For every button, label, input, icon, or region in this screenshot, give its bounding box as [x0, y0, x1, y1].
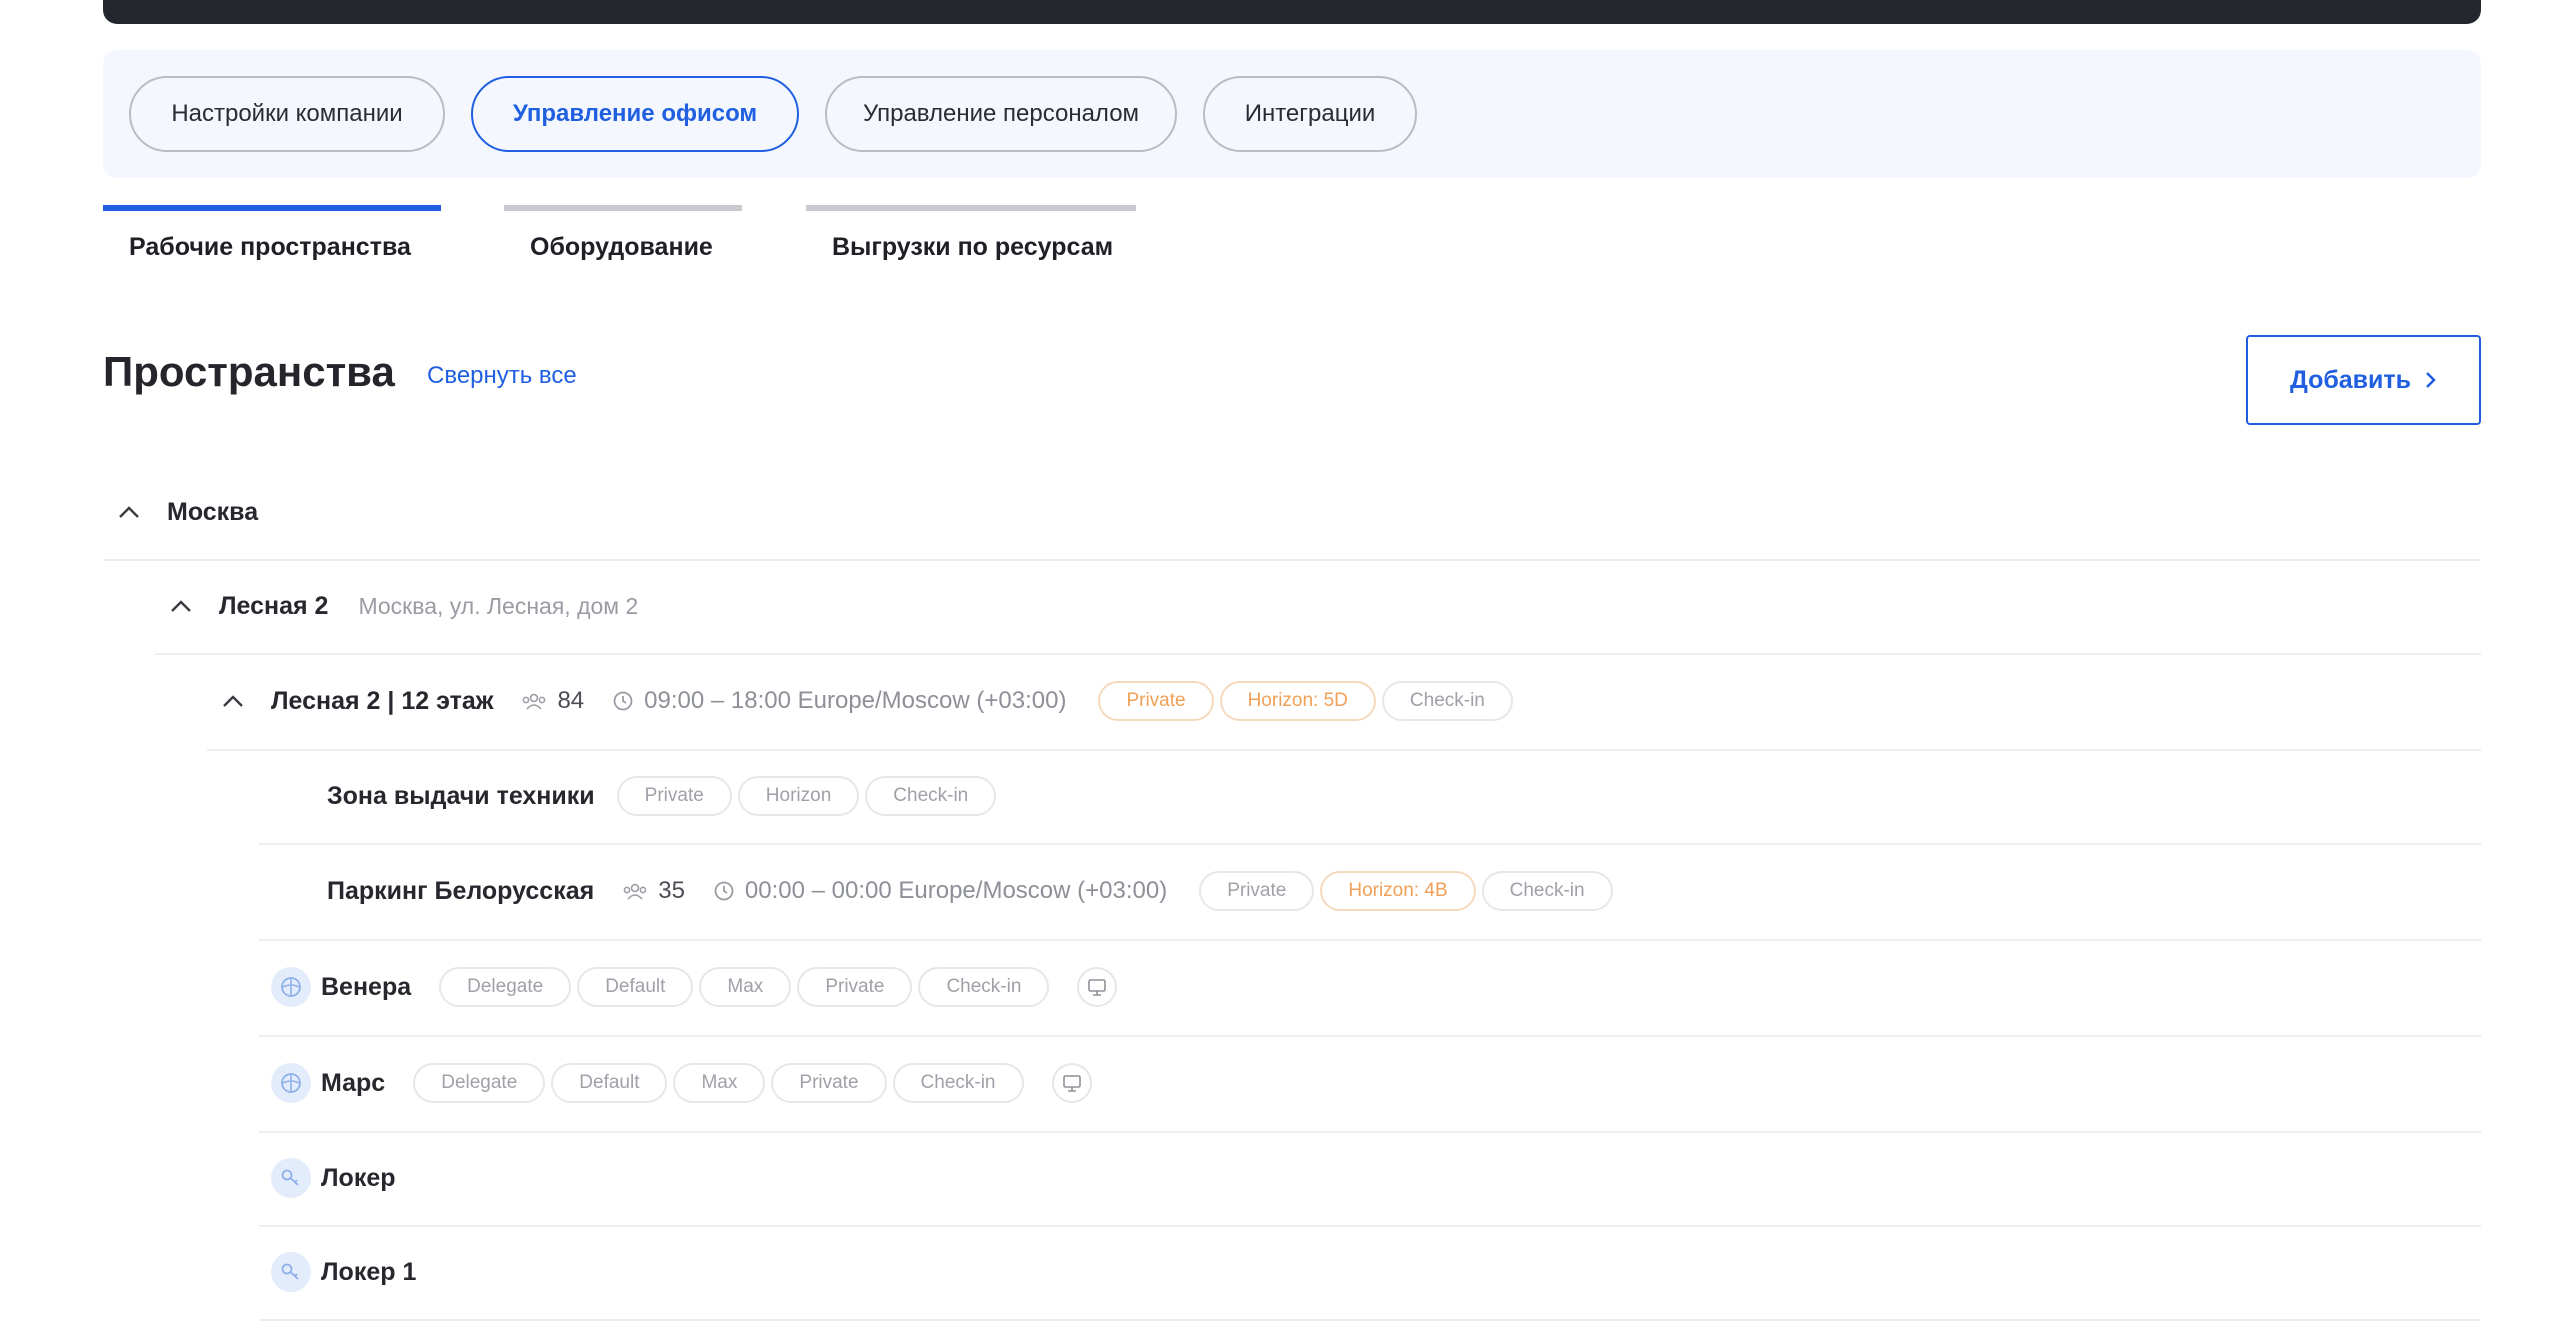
tree-row-room[interactable]: Марс Delegate Default Max Private Check-…	[259, 1035, 2481, 1133]
tab-indicator	[103, 205, 441, 211]
module-company-settings[interactable]: Настройки компании	[129, 76, 445, 152]
module-switcher: Настройки компании Управление офисом Упр…	[103, 50, 2481, 178]
clock-icon	[714, 881, 734, 901]
tab-indicator	[504, 205, 742, 211]
meeting-room-icon	[271, 967, 311, 1007]
zone-name: Паркинг Белорусская	[327, 876, 595, 905]
tag-list: Private Horizon Check-in	[611, 776, 997, 816]
key-icon	[271, 1252, 311, 1292]
hours-value: 09:00 – 18:00 Europe/Moscow (+03:00)	[644, 687, 1067, 714]
tag-list: Private Horizon: 4B Check-in	[1193, 871, 1613, 911]
tag-horizon: Horizon	[737, 776, 860, 816]
tag-list: Private Horizon: 5D Check-in	[1092, 681, 1513, 721]
chevron-up-icon[interactable]	[117, 500, 141, 524]
tag-horizon: Horizon: 5D	[1219, 681, 1376, 721]
page-title: Пространства	[103, 348, 395, 395]
room-name: Марс	[321, 1068, 386, 1097]
working-hours: 00:00 – 00:00 Europe/Moscow (+03:00)	[713, 877, 1167, 905]
tag-max: Max	[699, 967, 792, 1007]
tree-row-locker[interactable]: Локер	[259, 1131, 2481, 1227]
tag-private: Private	[1098, 681, 1214, 721]
tree-row-floor[interactable]: Лесная 2 | 12 этаж 84 09:00 – 18:00 Euro…	[207, 653, 2481, 751]
zone-name: Зона выдачи техники	[327, 781, 595, 810]
top-header-bar	[103, 0, 2481, 24]
tag-checkin: Check-in	[918, 967, 1050, 1007]
tag-private: Private	[771, 1063, 887, 1103]
tree-row-locker[interactable]: Локер 1	[259, 1225, 2481, 1321]
meeting-room-icon	[271, 1063, 311, 1103]
chevron-up-icon[interactable]	[169, 594, 193, 618]
people-icon	[623, 883, 647, 900]
locker-name: Локер	[321, 1163, 396, 1192]
working-hours: 09:00 – 18:00 Europe/Moscow (+03:00)	[612, 687, 1066, 715]
tag-horizon: Horizon: 4B	[1320, 871, 1476, 911]
tab-indicator	[806, 205, 1136, 211]
city-name: Москва	[167, 497, 259, 526]
people-icon	[523, 693, 546, 710]
tag-checkin: Check-in	[1381, 681, 1513, 721]
tag-list: Delegate Default Max Private Check-in	[407, 1063, 1024, 1103]
tag-max: Max	[673, 1063, 766, 1103]
tag-checkin: Check-in	[1481, 871, 1613, 911]
tab-label: Оборудование	[530, 233, 713, 261]
presentation-icon[interactable]	[1051, 1063, 1092, 1103]
tab-label: Выгрузки по ресурсам	[832, 233, 1114, 261]
clock-icon	[613, 691, 633, 711]
tag-list: Delegate Default Max Private Check-in	[433, 967, 1050, 1007]
tag-default: Default	[577, 967, 694, 1007]
module-staff-management[interactable]: Управление персоналом	[825, 76, 1177, 152]
chevron-right-icon	[2426, 372, 2436, 388]
tree-row-zone[interactable]: Зона выдачи техники Private Horizon Chec…	[259, 749, 2481, 845]
tag-delegate: Delegate	[413, 1063, 546, 1103]
module-integrations[interactable]: Интеграции	[1203, 76, 1417, 152]
tree-row-zone[interactable]: Паркинг Белорусская 35 00:00 – 00:00 Eur…	[259, 843, 2481, 941]
tree-row-building[interactable]: Лесная 2 Москва, ул. Лесная, дом 2	[155, 559, 2481, 655]
hours-value: 00:00 – 00:00 Europe/Moscow (+03:00)	[744, 877, 1168, 904]
capacity-value: 35	[658, 877, 685, 904]
tree-row-city[interactable]: Москва	[103, 465, 2481, 561]
tag-checkin: Check-in	[892, 1063, 1024, 1103]
floor-name: Лесная 2 | 12 этаж	[271, 686, 494, 715]
tag-private: Private	[1199, 871, 1315, 911]
add-button-label: Добавить	[2289, 365, 2412, 394]
tag-delegate: Delegate	[439, 967, 572, 1007]
tab-label: Рабочие пространства	[129, 233, 411, 261]
room-name: Венера	[321, 972, 412, 1001]
tree-row-room[interactable]: Венера Delegate Default Max Private Chec…	[259, 939, 2481, 1037]
module-office-management[interactable]: Управление офисом	[471, 76, 799, 152]
key-icon	[271, 1158, 311, 1198]
tag-private: Private	[616, 776, 732, 816]
tag-private: Private	[797, 967, 913, 1007]
presentation-icon[interactable]	[1077, 967, 1118, 1007]
capacity: 84	[521, 687, 584, 715]
building-name: Лесная 2	[219, 591, 329, 620]
capacity-value: 84	[557, 687, 585, 714]
tag-checkin: Check-in	[865, 776, 997, 816]
collapse-all-link[interactable]: Свернуть все	[427, 362, 577, 390]
locker-name: Локер 1	[321, 1257, 417, 1286]
capacity: 35	[622, 877, 685, 905]
building-address: Москва, ул. Лесная, дом 2	[358, 592, 639, 619]
tag-default: Default	[551, 1063, 668, 1103]
add-button[interactable]: Добавить	[2246, 335, 2481, 425]
chevron-up-icon[interactable]	[221, 689, 245, 713]
